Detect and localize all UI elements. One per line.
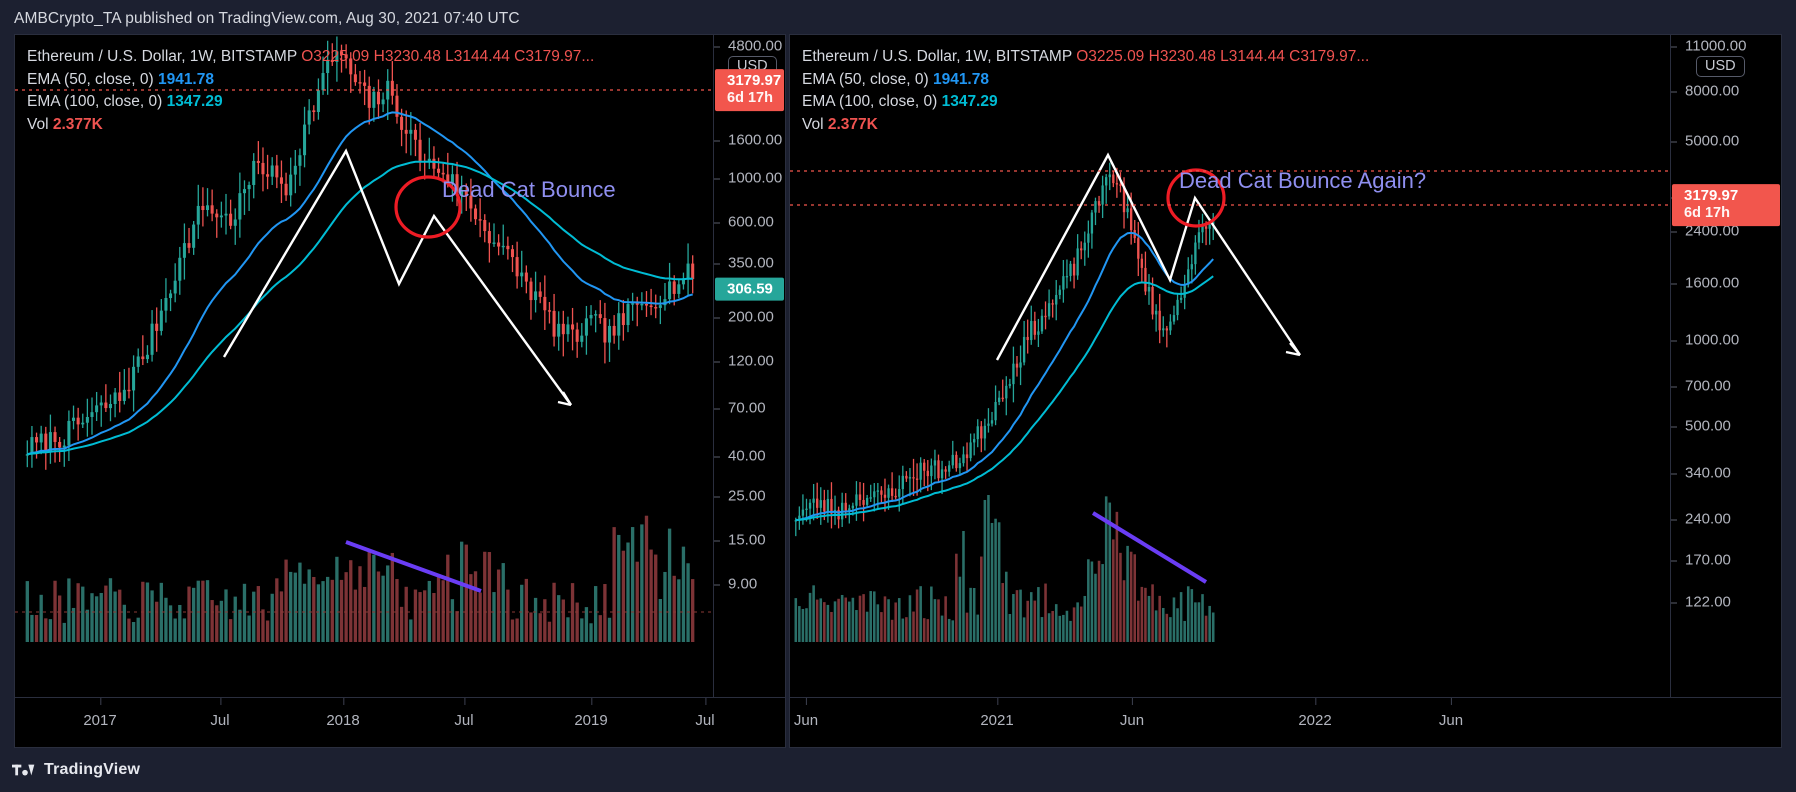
price-tick: 1600.00: [714, 133, 785, 148]
time-tick: Jul: [210, 698, 230, 729]
time-tick: Jul: [695, 698, 715, 729]
tradingview-footer: TradingView: [0, 748, 1796, 792]
price-tick: 1000.00: [1671, 333, 1781, 348]
legend-ema100-label: EMA (100, close, 0): [27, 93, 163, 110]
legend-volume-label: Vol: [802, 115, 824, 133]
legend-open: O3225.09: [301, 48, 370, 65]
legend-ema50-label: EMA (50, close, 0): [802, 70, 929, 88]
legend-low: L3144.44: [445, 48, 510, 65]
price-tick: 5000.00: [1671, 134, 1781, 149]
price-tick: 500.00: [1671, 419, 1781, 434]
price-tick: 25.00: [714, 489, 785, 504]
legend-high: H3230.48: [373, 48, 441, 65]
tradingview-logo-icon: [12, 764, 35, 776]
chart-panel-right[interactable]: Ethereum / U.S. Dollar, 1W, BITSTAMP O32…: [789, 34, 1782, 748]
time-scale-left[interactable]: 2017 Jul 2018 Jul 2019 Jul: [15, 697, 785, 747]
chart-plot-area-right[interactable]: Ethereum / U.S. Dollar, 1W, BITSTAMP O32…: [790, 35, 1670, 697]
time-tick: 2022: [1298, 698, 1332, 729]
legend-volume-label: Vol: [27, 115, 49, 133]
bar-countdown: 6d 17h: [1684, 204, 1730, 221]
price-tick: 122.00: [1671, 595, 1781, 610]
price-tick: 700.00: [1671, 379, 1781, 394]
last-price-badge[interactable]: 3179.97 6d 17h: [715, 69, 784, 111]
legend-ema100-value: 1347.29: [941, 93, 998, 110]
time-tick: Jun: [793, 698, 819, 729]
legend-open: O3225.09: [1076, 48, 1145, 65]
time-tick: 2018: [326, 698, 360, 729]
screenshot-root: AMBCrypto_TA published on TradingView.co…: [0, 0, 1796, 792]
legend-symbol-title: Ethereum / U.S. Dollar, 1W, BITSTAMP: [802, 48, 1072, 65]
chart-plot-area-left[interactable]: Ethereum / U.S. Dollar, 1W, BITSTAMP O32…: [15, 35, 713, 697]
time-tick: Jun: [1119, 698, 1145, 729]
legend-ema100-value: 1347.29: [166, 93, 223, 110]
legend-volume-value: 2.377K: [52, 115, 103, 133]
price-tick: 350.00: [714, 256, 785, 271]
price-tick: 70.00: [714, 401, 785, 416]
legend-ema50-value: 1941.78: [932, 70, 989, 88]
legend-ema50-label: EMA (50, close, 0): [27, 70, 154, 88]
time-tick: Jul: [454, 698, 474, 729]
price-tick: 15.00: [714, 533, 785, 548]
price-tick: 600.00: [714, 215, 785, 230]
price-tick: 240.00: [1671, 512, 1781, 527]
time-scale-right[interactable]: Jun 2021 Jun 2022 Jun: [790, 697, 1781, 747]
time-tick: Jun: [1438, 698, 1464, 729]
price-scale-left[interactable]: 4800.00 1600.00 1000.00 600.00 350.00 200.00 1…: [713, 35, 785, 697]
price-tick: 170.00: [1671, 553, 1781, 568]
price-tick: 40.00: [714, 449, 785, 464]
legend-close: C3179.97...: [1289, 48, 1370, 65]
legend-ema50-value: 1941.78: [157, 70, 214, 88]
time-tick: 2021: [980, 698, 1014, 729]
legend-close: C3179.97...: [514, 48, 595, 65]
annotation-dead-cat-bounce-left: Dead Cat Bounce: [442, 177, 616, 202]
currency-badge[interactable]: USD: [1696, 56, 1745, 77]
price-scale-right[interactable]: 11000.008000.005000.003400.002400.001600…: [1670, 35, 1781, 697]
legend-symbol-title: Ethereum / U.S. Dollar, 1W, BITSTAMP: [27, 48, 297, 65]
price-tick: 340.00: [1671, 466, 1781, 481]
price-tick: 4800.00: [714, 39, 785, 54]
legend-volume-row[interactable]: Vol 2.377K: [802, 114, 1369, 137]
legend-ema100-row[interactable]: EMA (100, close, 0) 1347.29: [802, 91, 1369, 114]
legend-ema50-row[interactable]: EMA (50, close, 0) 1941.78: [27, 69, 594, 92]
legend-ema50-row[interactable]: EMA (50, close, 0) 1941.78: [802, 69, 1369, 92]
price-tick: 8000.00: [1671, 84, 1781, 99]
legend-low: L3144.44: [1220, 48, 1285, 65]
bar-countdown: 6d 17h: [727, 89, 773, 106]
price-tick: 1000.00: [714, 171, 785, 186]
chart-legend-left: Ethereum / U.S. Dollar, 1W, BITSTAMP O32…: [27, 46, 594, 136]
legend-volume-value: 2.377K: [827, 115, 878, 133]
price-tick: 200.00: [714, 310, 785, 325]
legend-symbol-row[interactable]: Ethereum / U.S. Dollar, 1W, BITSTAMP O32…: [27, 46, 594, 69]
last-price-value: 3179.97: [727, 72, 782, 90]
time-tick: 2019: [574, 698, 608, 729]
price-tick: 120.00: [714, 354, 785, 369]
legend-high: H3230.48: [1148, 48, 1216, 65]
price-tick: 9.00: [714, 577, 785, 592]
last-price-badge[interactable]: 3179.97 6d 17h: [1672, 184, 1780, 226]
price-tick: 11000.00: [1671, 39, 1781, 54]
legend-symbol-row[interactable]: Ethereum / U.S. Dollar, 1W, BITSTAMP O32…: [802, 46, 1369, 69]
price-tick: 1600.00: [1671, 276, 1781, 291]
last-price-value: 3179.97: [1684, 187, 1739, 205]
annotation-dead-cat-bounce-right: Dead Cat Bounce Again?: [1179, 168, 1427, 193]
chart-legend-right: Ethereum / U.S. Dollar, 1W, BITSTAMP O32…: [802, 46, 1369, 136]
attribution-text: AMBCrypto_TA published on TradingView.co…: [14, 10, 520, 27]
time-tick: 2017: [83, 698, 117, 729]
chart-panel-left[interactable]: Ethereum / U.S. Dollar, 1W, BITSTAMP O32…: [14, 34, 786, 748]
legend-volume-row[interactable]: Vol 2.377K: [27, 114, 594, 137]
legend-ema100-label: EMA (100, close, 0): [802, 93, 938, 110]
legend-ema100-row[interactable]: EMA (100, close, 0) 1347.29: [27, 91, 594, 114]
tradingview-logo-text: TradingView: [44, 761, 141, 778]
close-price-badge[interactable]: 306.59: [715, 277, 784, 301]
